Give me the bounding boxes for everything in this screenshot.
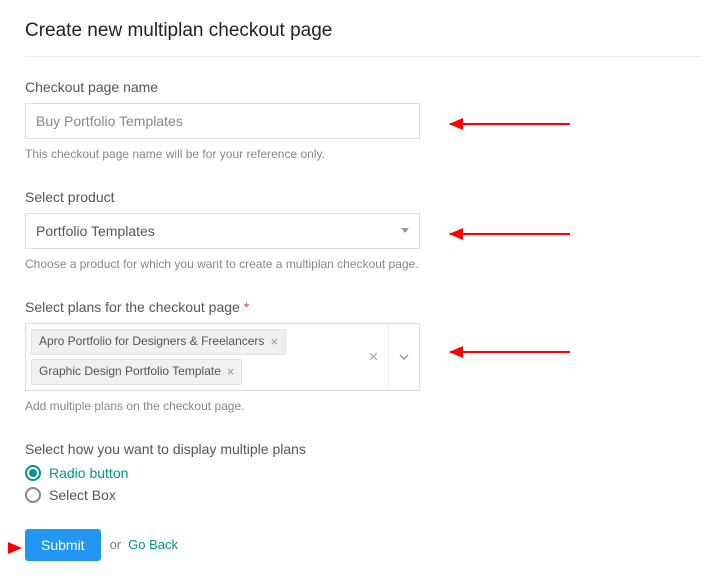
- radio-icon: [25, 487, 41, 503]
- plans-label: Select plans for the checkout page *: [25, 299, 701, 315]
- field-checkout-name: Checkout page name This checkout page na…: [25, 79, 701, 163]
- chevron-down-icon: [401, 228, 409, 233]
- checkout-name-input[interactable]: [25, 103, 420, 139]
- annotation-arrow-icon: [450, 233, 570, 235]
- product-help: Choose a product for which you want to c…: [25, 256, 701, 273]
- checkout-name-help: This checkout page name will be for your…: [25, 146, 701, 163]
- dropdown-toggle[interactable]: [389, 324, 419, 390]
- field-select-product: Select product Portfolio Templates Choos…: [25, 189, 701, 273]
- radio-option-select-box[interactable]: Select Box: [25, 487, 701, 503]
- form-actions: Submit or Go Back: [25, 529, 701, 561]
- plans-help: Add multiple plans on the checkout page.: [25, 398, 701, 415]
- or-text: or: [110, 537, 122, 552]
- page-title: Create new multiplan checkout page: [25, 20, 701, 57]
- plan-chip: Apro Portfolio for Designers & Freelance…: [31, 329, 286, 355]
- radio-icon: [25, 465, 41, 481]
- display-label: Select how you want to display multiple …: [25, 441, 701, 457]
- product-label: Select product: [25, 189, 701, 205]
- radio-option-radio-button[interactable]: Radio button: [25, 465, 701, 481]
- remove-chip-icon[interactable]: ×: [270, 333, 278, 351]
- required-asterisk: *: [244, 299, 249, 315]
- product-select-value: Portfolio Templates: [36, 223, 155, 239]
- radio-label-text: Select Box: [49, 487, 116, 503]
- go-back-link[interactable]: Go Back: [128, 537, 178, 552]
- annotation-arrow-icon: [450, 351, 570, 353]
- remove-chip-icon[interactable]: ×: [227, 363, 235, 381]
- chevron-down-icon: [398, 351, 410, 363]
- plans-multiselect[interactable]: Apro Portfolio for Designers & Freelance…: [25, 323, 420, 391]
- field-display-mode: Select how you want to display multiple …: [25, 441, 701, 503]
- annotation-arrow-icon: [8, 542, 22, 554]
- product-select[interactable]: Portfolio Templates: [25, 213, 420, 249]
- plans-chips-area: Apro Portfolio for Designers & Freelance…: [26, 324, 359, 390]
- submit-button[interactable]: Submit: [25, 529, 101, 561]
- field-select-plans: Select plans for the checkout page * Apr…: [25, 299, 701, 415]
- radio-label-text: Radio button: [49, 465, 128, 481]
- plan-chip: Graphic Design Portfolio Template ×: [31, 359, 242, 385]
- clear-all-icon[interactable]: ×: [359, 324, 389, 390]
- annotation-arrow-icon: [450, 123, 570, 125]
- checkout-name-label: Checkout page name: [25, 79, 701, 95]
